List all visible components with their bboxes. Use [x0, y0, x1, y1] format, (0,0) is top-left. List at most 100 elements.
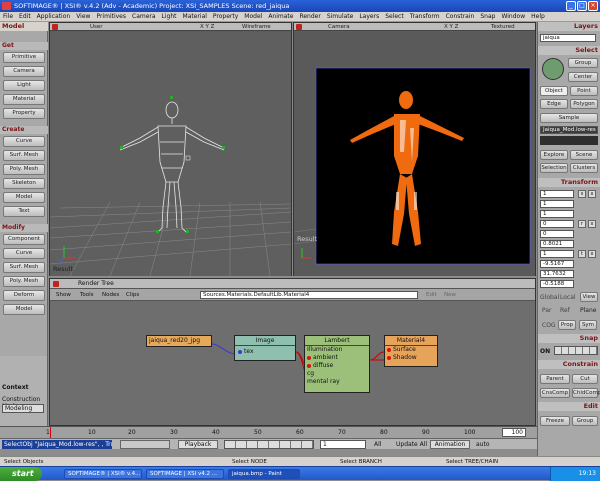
- scale-z-field[interactable]: 1: [540, 210, 574, 218]
- menu-simulate[interactable]: Simulate: [324, 12, 357, 22]
- create-curve-button[interactable]: Curve: [3, 136, 45, 147]
- menu-edit[interactable]: Edit: [16, 12, 34, 22]
- task-paint[interactable]: jaiqua.bmp - Paint: [228, 469, 300, 479]
- create-skeleton-button[interactable]: Skeleton: [3, 178, 45, 189]
- menu-material[interactable]: Material: [180, 12, 210, 22]
- translation-x-field[interactable]: -9.5167: [540, 260, 574, 268]
- polygon-button[interactable]: Polygon: [570, 99, 598, 109]
- close-button[interactable]: ×: [588, 1, 598, 11]
- center-button[interactable]: Center: [568, 72, 598, 82]
- menu-file[interactable]: File: [0, 12, 16, 22]
- menu-property[interactable]: Property: [210, 12, 241, 22]
- user-viewport-axes[interactable]: X Y Z: [200, 23, 214, 31]
- menu-model[interactable]: Model: [241, 12, 265, 22]
- translation-z-field[interactable]: -0.5188: [540, 280, 574, 288]
- menu-view[interactable]: View: [73, 12, 93, 22]
- get-material-button[interactable]: Material: [3, 94, 45, 105]
- get-primitive-button[interactable]: Primitive: [3, 52, 45, 63]
- current-frame-marker[interactable]: [50, 427, 51, 438]
- get-camera-button[interactable]: Camera: [3, 66, 45, 77]
- menu-snap[interactable]: Snap: [477, 12, 498, 22]
- clips-menu[interactable]: Clips: [126, 289, 139, 301]
- sym-toggle[interactable]: Sym: [579, 320, 597, 330]
- show-menu[interactable]: Show: [56, 289, 71, 301]
- rotation-z-field[interactable]: 0.8021: [540, 240, 574, 248]
- modify-curve-button[interactable]: Curve: [3, 248, 45, 259]
- playback-button[interactable]: Playback: [178, 440, 218, 449]
- edge-button[interactable]: Edge: [540, 99, 568, 109]
- snap-on-toggle[interactable]: ON: [540, 348, 550, 355]
- auto-key-button[interactable]: auto: [476, 441, 490, 448]
- minimize-button[interactable]: _: [566, 1, 576, 11]
- script-editor-icon[interactable]: [120, 440, 170, 449]
- cut-button[interactable]: Cut: [572, 374, 598, 384]
- selection-filter-field[interactable]: [540, 136, 598, 145]
- edit-button[interactable]: Edit: [426, 289, 437, 301]
- texture-node[interactable]: jaiqua_red20_jpg: [146, 335, 212, 347]
- menu-help[interactable]: Help: [528, 12, 548, 22]
- update-all-button[interactable]: Update All: [396, 441, 427, 448]
- maximize-button[interactable]: □: [577, 1, 587, 11]
- tex-port-icon[interactable]: [238, 349, 242, 354]
- create-surf-mesh-button[interactable]: Surf. Mesh: [3, 150, 45, 161]
- camera-viewport-name[interactable]: Camera: [328, 23, 350, 31]
- camera-viewport-mode[interactable]: Textured: [491, 23, 515, 31]
- nodes-menu[interactable]: Nodes: [102, 289, 119, 301]
- viewport-menu-icon[interactable]: [52, 24, 58, 30]
- scale-lock-icon[interactable]: x: [588, 190, 596, 198]
- get-property-button[interactable]: Property: [3, 108, 45, 119]
- menu-transform[interactable]: Transform: [407, 12, 443, 22]
- scale-y-field[interactable]: 1: [540, 200, 574, 208]
- layer-field[interactable]: jaiqua: [540, 34, 596, 42]
- translation-field-1[interactable]: 1: [540, 250, 574, 258]
- new-button[interactable]: New: [444, 289, 456, 301]
- modify-model-button[interactable]: Model: [3, 304, 45, 315]
- command-line[interactable]: SelectObj "Jaiqua_Mod.low-res", , True: [2, 440, 112, 449]
- select-arrow-icon[interactable]: [542, 58, 564, 80]
- rotate-lock-icon[interactable]: x: [588, 220, 596, 228]
- image-node[interactable]: Image tex: [234, 335, 296, 361]
- clusters-button[interactable]: Clusters: [570, 163, 598, 173]
- task-xsi-2[interactable]: SOFTIMAGE | XSI v4.2 ...: [146, 469, 224, 479]
- menu-camera[interactable]: Camera: [129, 12, 159, 22]
- task-xsi-1[interactable]: SOFTIMAGE® | XSI® v.4...: [64, 469, 142, 479]
- start-button[interactable]: start: [0, 467, 42, 481]
- translate-lock-icon[interactable]: x: [588, 250, 596, 258]
- parent-button[interactable]: Parent: [540, 374, 570, 384]
- explore-button[interactable]: Explore: [540, 150, 568, 160]
- diffuse-port-icon[interactable]: [307, 363, 311, 368]
- global-toggle[interactable]: Global: [540, 294, 559, 301]
- snap-options-icons[interactable]: [554, 346, 598, 355]
- camera-viewport[interactable]: Camera X Y Z Textured Result: [293, 22, 536, 276]
- menu-application[interactable]: Application: [34, 12, 74, 22]
- menu-select[interactable]: Select: [382, 12, 407, 22]
- modify-deform-button[interactable]: Deform: [3, 290, 45, 301]
- animation-button[interactable]: Animation: [430, 440, 470, 449]
- current-frame-field[interactable]: 1: [320, 440, 366, 449]
- ref-toggle[interactable]: Ref: [560, 307, 570, 314]
- ambient-port-icon[interactable]: [307, 355, 311, 360]
- modify-surf-mesh-button[interactable]: Surf. Mesh: [3, 262, 45, 273]
- selection-button[interactable]: Selection: [540, 163, 568, 173]
- create-poly-mesh-button[interactable]: Poly. Mesh: [3, 164, 45, 175]
- local-toggle[interactable]: Local: [560, 294, 576, 301]
- menu-primitives[interactable]: Primitives: [93, 12, 129, 22]
- material-path-field[interactable]: Sources.Materials.DefaultLib.Material4: [200, 291, 418, 299]
- user-viewport-mode[interactable]: Wireframe: [242, 23, 271, 31]
- freeze-button[interactable]: Freeze: [540, 416, 570, 426]
- translation-y-field[interactable]: 31.7632: [540, 270, 574, 278]
- menu-window[interactable]: Window: [498, 12, 528, 22]
- material-node[interactable]: Material4 Surface Shadow: [384, 335, 438, 367]
- timeline[interactable]: 1 10 20 30 40 50 60 70 80 90 100 100: [0, 426, 537, 438]
- rotation-y-field[interactable]: 0: [540, 230, 574, 238]
- render-tree-menu-icon[interactable]: [53, 281, 59, 287]
- create-model-button[interactable]: Model: [3, 192, 45, 203]
- scale-x-field[interactable]: 1: [540, 190, 574, 198]
- translate-icon[interactable]: t: [578, 250, 586, 258]
- lambert-node[interactable]: Lambert Illumination ambient diffuse cg …: [304, 335, 370, 393]
- camera-viewport-menu-icon[interactable]: [296, 24, 302, 30]
- surface-port-icon[interactable]: [387, 347, 391, 352]
- cog-toggle[interactable]: COG: [542, 322, 556, 329]
- rotation-x-field[interactable]: 0: [540, 220, 574, 228]
- tools-menu[interactable]: Tools: [80, 289, 94, 301]
